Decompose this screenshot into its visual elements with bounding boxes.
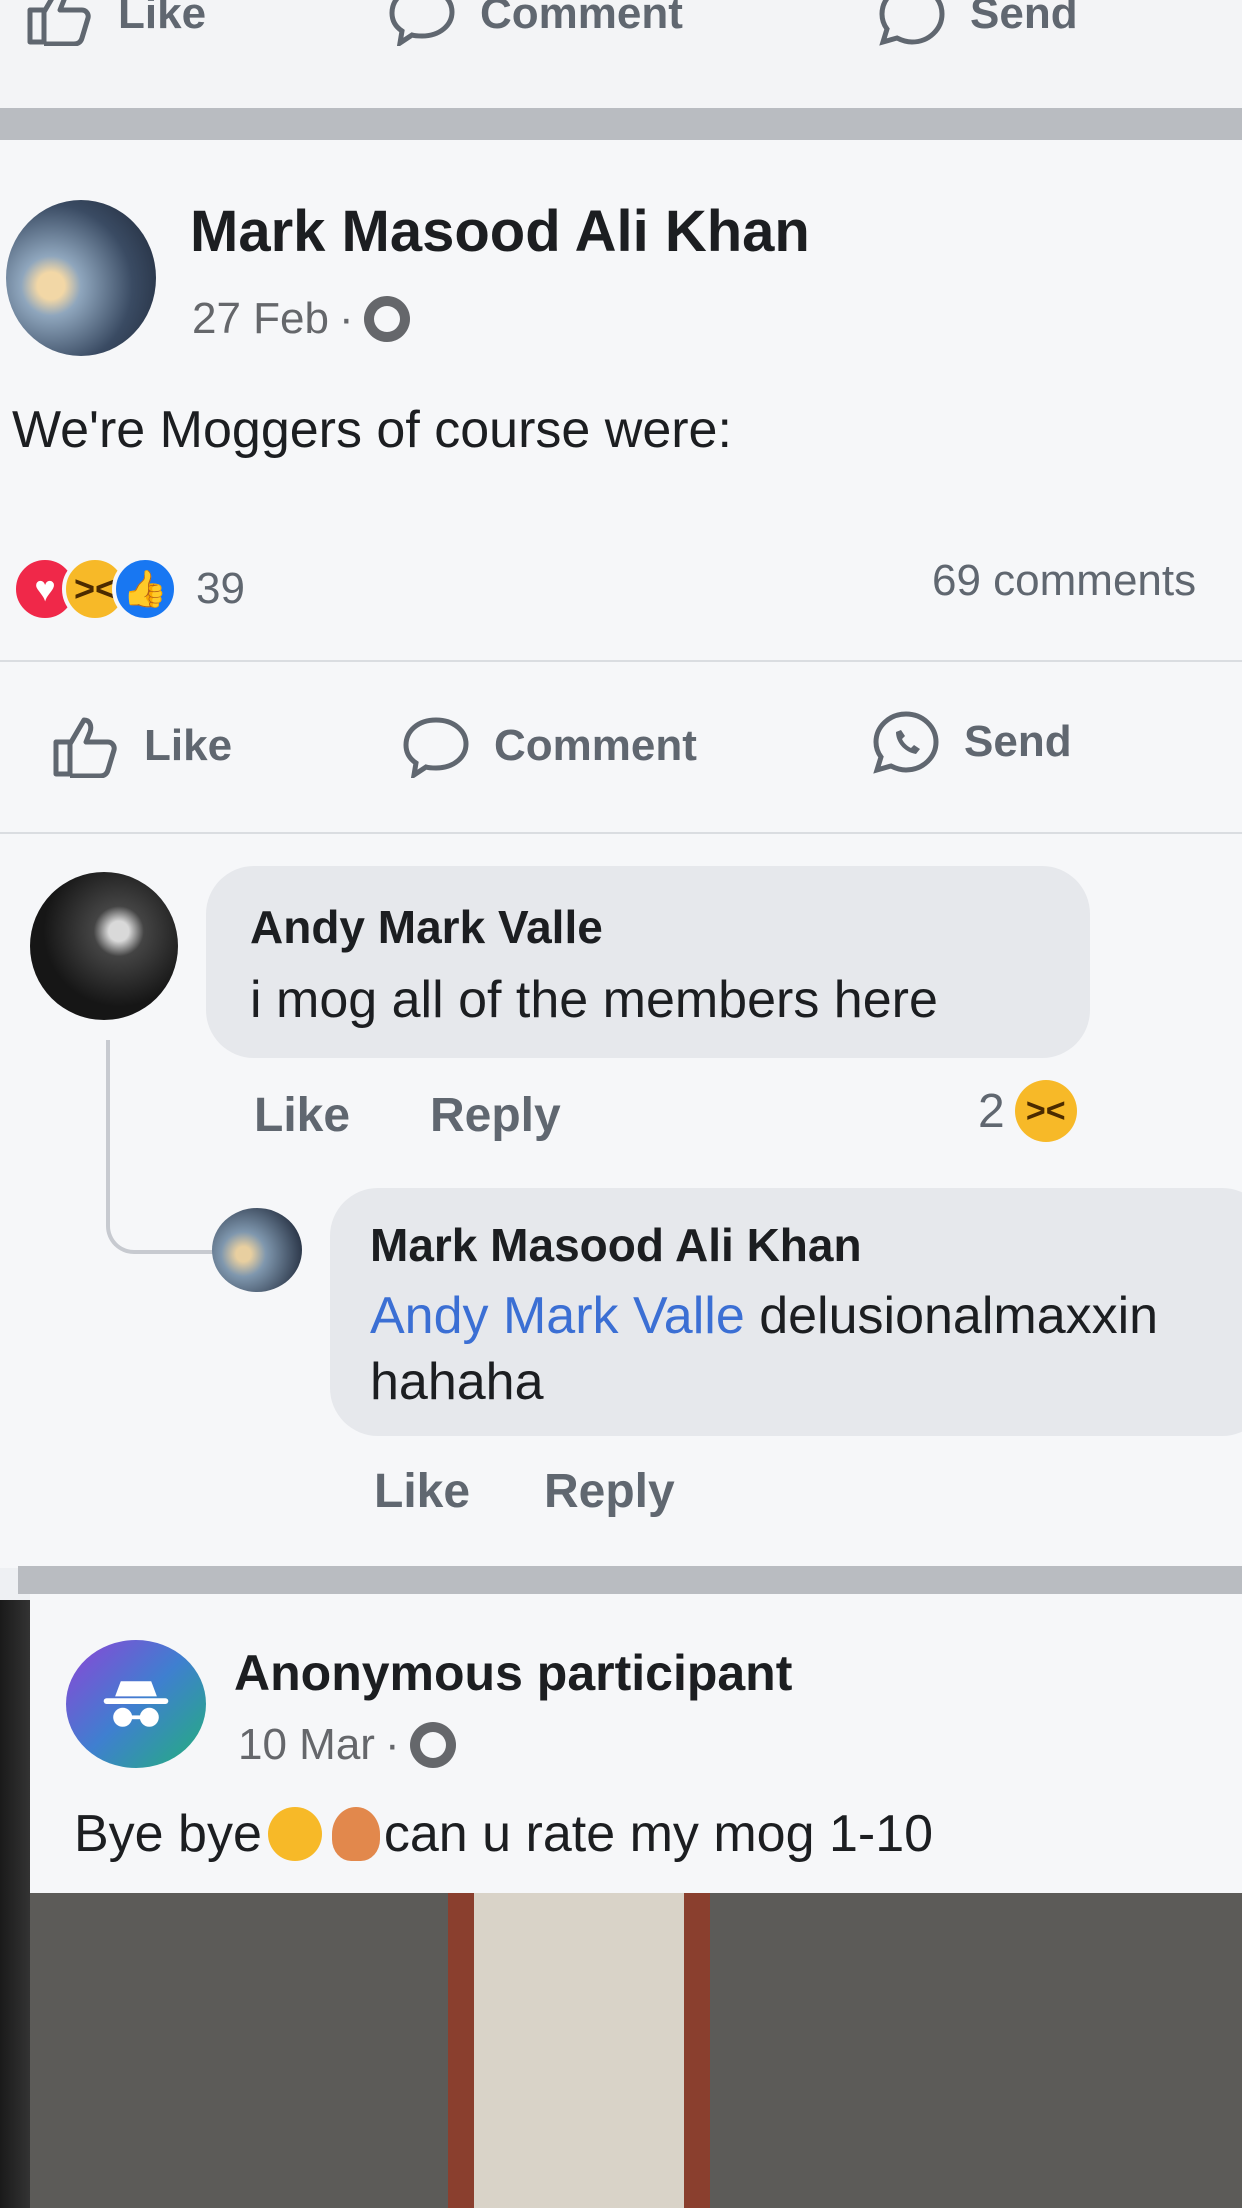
person-facepalm-emoji-icon [331, 1807, 380, 1861]
comment-reply-button[interactable]: Reply [430, 1088, 561, 1143]
comment-reaction-count: 2 [978, 1084, 1005, 1138]
post-date[interactable]: 27 Feb [192, 294, 329, 344]
post-comment-button[interactable]: Comment [400, 714, 697, 778]
mention-link[interactable]: Andy Mark Valle [370, 1287, 745, 1345]
author-avatar[interactable] [6, 200, 156, 356]
thumbs-up-icon [53, 717, 117, 778]
post-comment-label: Comment [494, 721, 697, 770]
vomit-face-emoji-icon [267, 1807, 322, 1861]
comment-label: Comment [480, 0, 683, 38]
post-meta: 27 Feb · [192, 294, 410, 344]
whatsapp-icon [879, 0, 945, 46]
post2-date[interactable]: 10 Mar [238, 1720, 375, 1770]
reply-reply-button[interactable]: Reply [544, 1464, 675, 1519]
send-label: Send [970, 0, 1078, 38]
actions-top-divider [0, 660, 1242, 662]
post-send-label: Send [964, 717, 1072, 766]
like-label: Like [118, 0, 207, 38]
comment-like-button[interactable]: Like [254, 1088, 350, 1143]
reaction-summary[interactable]: ♥ >< 👍 39 [12, 556, 245, 622]
comments-count-link[interactable]: 69 comments [932, 556, 1196, 606]
actions-bottom-divider [0, 832, 1242, 834]
comment-author-name[interactable]: Andy Mark Valle [250, 900, 603, 954]
reply-author-name[interactable]: Mark Masood Ali Khan [370, 1218, 862, 1272]
post-author-name[interactable]: Mark Masood Ali Khan [190, 198, 810, 265]
post2-text: Bye bye can u rate my mog 1-10 [74, 1804, 933, 1864]
reply-text-after-mention: delusionalmaxxin [744, 1287, 1159, 1345]
post2-meta: 10 Mar · [238, 1720, 456, 1770]
thumbs-up-icon [27, 0, 91, 46]
post2-photo-frame [448, 1893, 710, 2208]
meta-separator: · [338, 294, 354, 343]
globe-icon [409, 1722, 456, 1768]
comment-reactions[interactable]: 2 >< [978, 1080, 1077, 1142]
post-send-button[interactable]: Send [870, 710, 1072, 774]
send-button[interactable]: Send [876, 0, 1078, 46]
reply-like-button[interactable]: Like [374, 1464, 470, 1519]
commenter-avatar[interactable] [30, 872, 178, 1020]
reaction-count: 39 [196, 564, 245, 613]
meta-separator: · [384, 1720, 400, 1769]
previous-post-actions: Like Comment Send [0, 0, 1242, 108]
comment-button[interactable]: Comment [386, 0, 683, 46]
feed-divider [0, 108, 1242, 140]
haha-reaction-icon: >< [1014, 1080, 1077, 1142]
post-text: We're Moggers of course were: [12, 401, 732, 459]
feed-divider [18, 1566, 1242, 1594]
post2-text-prefix: Bye bye [74, 1805, 262, 1863]
comment-text: i mog all of the members here [250, 971, 938, 1029]
like-reaction-icon: 👍 [112, 556, 178, 622]
post-like-button[interactable]: Like [50, 714, 232, 778]
globe-icon [363, 296, 410, 342]
screen-edge-shadow [0, 1600, 30, 2208]
anonymous-avatar[interactable] [66, 1640, 206, 1768]
whatsapp-icon [873, 711, 939, 774]
post2-text-suffix: can u rate my mog 1-10 [383, 1805, 934, 1863]
reply-text-line2: hahaha [370, 1353, 544, 1411]
speech-bubble-icon [389, 0, 455, 46]
reply-author-avatar[interactable] [212, 1208, 302, 1292]
like-button[interactable]: Like [24, 0, 206, 46]
post-like-label: Like [144, 721, 233, 770]
post2-author-name[interactable]: Anonymous participant [234, 1644, 792, 1702]
reply-text: Andy Mark Valle delusionalmaxxin [370, 1286, 1242, 1346]
speech-bubble-icon [403, 717, 469, 778]
reply-thread-line [106, 1040, 222, 1254]
incognito-icon [103, 1681, 169, 1727]
